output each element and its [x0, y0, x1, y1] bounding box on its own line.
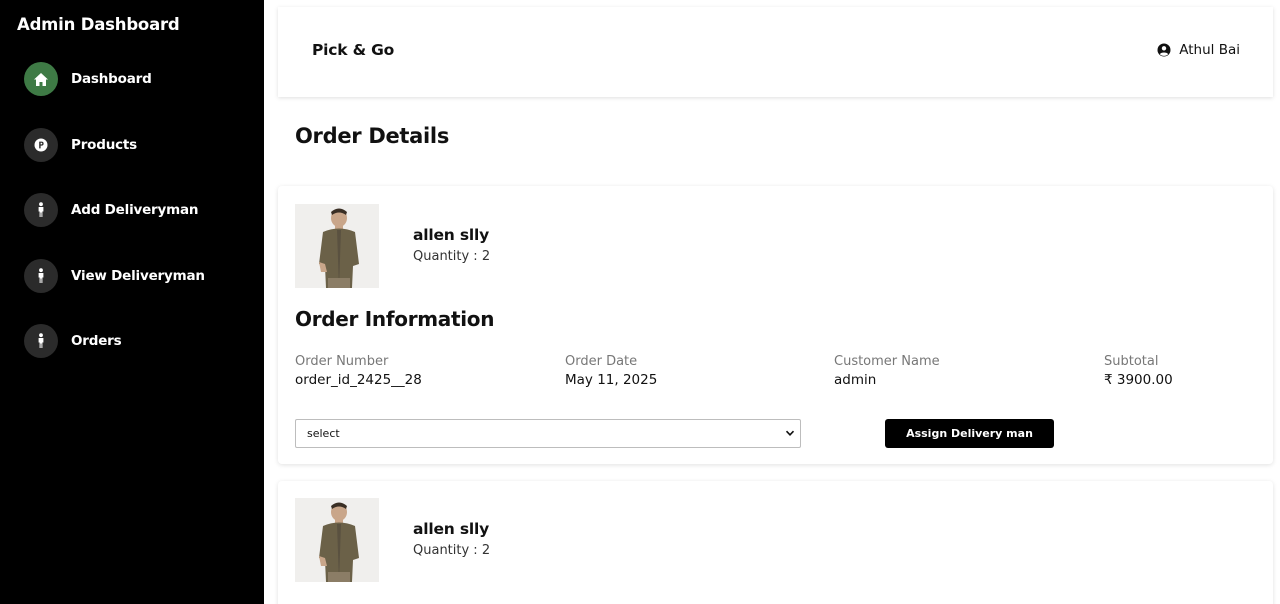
product-p-icon [24, 128, 58, 162]
order-date-value: May 11, 2025 [565, 372, 658, 388]
sidebar-item-view-deliveryman[interactable]: View Deliveryman [24, 259, 205, 293]
product-image [295, 204, 379, 288]
order-number-value: order_id_2425__28 [295, 372, 422, 388]
sidebar: Admin Dashboard Dashboard Products Add D… [0, 0, 264, 604]
subtotal-label: Subtotal [1104, 354, 1159, 369]
sidebar-item-label: Orders [71, 333, 122, 349]
user-menu[interactable]: Athul Bai [1157, 42, 1240, 58]
product-name: allen slly [413, 226, 489, 244]
top-header: Pick & Go Athul Bai [278, 7, 1273, 97]
page-title: Order Details [295, 124, 450, 148]
customer-name-value: admin [834, 372, 877, 388]
person-icon [24, 324, 58, 358]
home-icon [24, 62, 58, 96]
select-value: select [307, 427, 340, 440]
subtotal-field: Subtotal ₹ 3900.00 [1104, 354, 1173, 388]
sidebar-item-products[interactable]: Products [24, 128, 137, 162]
assign-delivery-man-button[interactable]: Assign Delivery man [885, 419, 1054, 448]
product-quantity: Quantity : 2 [413, 543, 491, 558]
deliveryman-select[interactable]: select [295, 419, 801, 448]
customer-name-label: Customer Name [834, 354, 940, 369]
order-date-label: Order Date [565, 354, 638, 369]
subtotal-value: ₹ 3900.00 [1104, 372, 1173, 388]
sidebar-item-label: Dashboard [71, 71, 152, 87]
sidebar-item-dashboard[interactable]: Dashboard [24, 62, 152, 96]
sidebar-item-add-deliveryman[interactable]: Add Deliveryman [24, 193, 198, 227]
order-information-title: Order Information [295, 307, 495, 331]
sidebar-title: Admin Dashboard [17, 15, 180, 34]
sidebar-item-label: View Deliveryman [71, 268, 205, 284]
sidebar-item-label: Add Deliveryman [71, 202, 199, 218]
product-image [295, 498, 379, 582]
person-icon [24, 259, 58, 293]
sidebar-item-orders[interactable]: Orders [24, 324, 122, 358]
person-icon [24, 193, 58, 227]
order-card: allen slly Quantity : 2 [278, 481, 1273, 604]
product-name: allen slly [413, 520, 489, 538]
user-circle-icon [1157, 43, 1171, 57]
chevron-down-icon [785, 430, 795, 436]
order-date-field: Order Date May 11, 2025 [565, 354, 657, 388]
customer-name-field: Customer Name admin [834, 354, 940, 388]
order-number-label: Order Number [295, 354, 389, 369]
product-quantity: Quantity : 2 [413, 249, 491, 264]
user-name: Athul Bai [1179, 42, 1240, 58]
brand-name: Pick & Go [312, 41, 395, 59]
order-card: allen slly Quantity : 2 Order Informatio… [278, 186, 1273, 464]
order-number-field: Order Number order_id_2425__28 [295, 354, 422, 388]
sidebar-item-label: Products [71, 137, 137, 153]
